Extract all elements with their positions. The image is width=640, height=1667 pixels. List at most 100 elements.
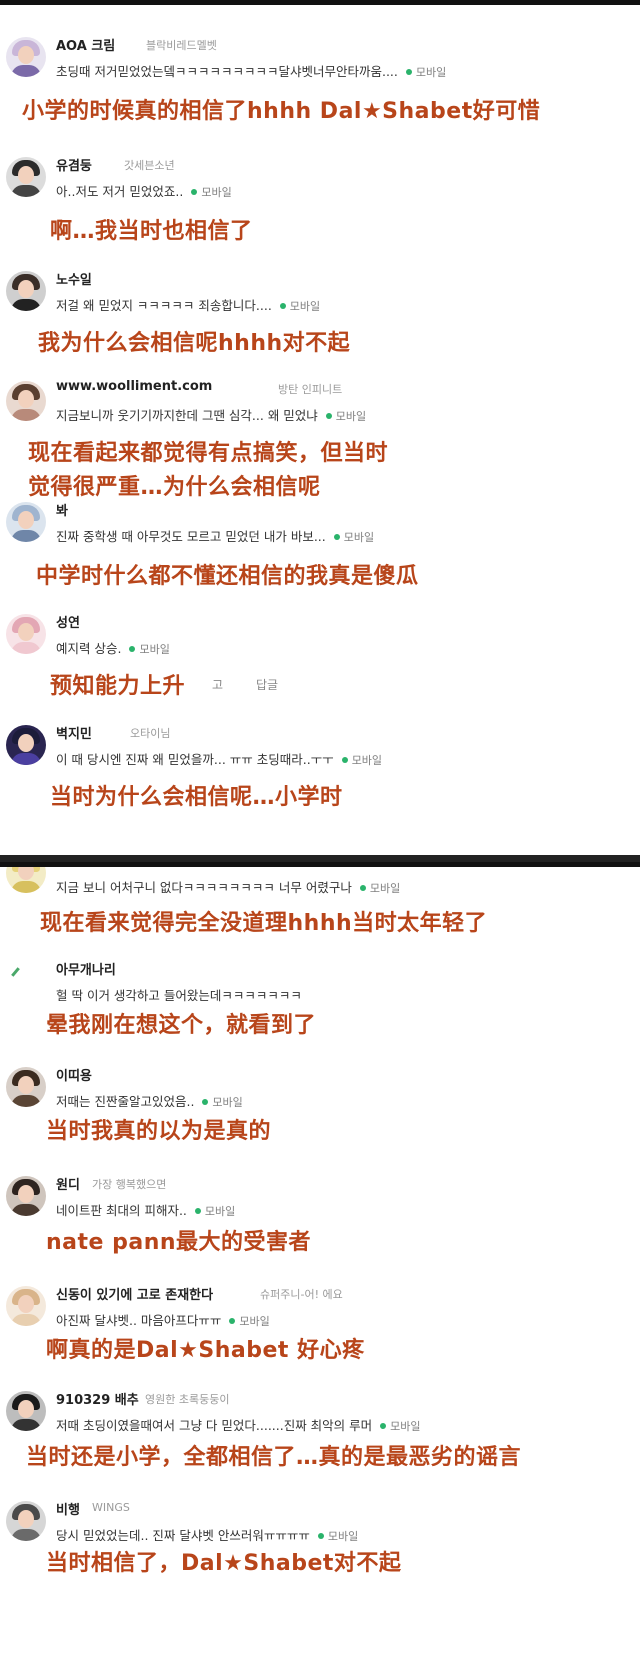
avatar-body: [11, 65, 41, 77]
comment-text: 초딩때 저거믿었었는뎈ㅋㅋㅋㅋㅋㅋㅋㅋㅋ달샤벳너무안타까움.... 모바일: [56, 61, 446, 80]
mobile-dot-icon: [279, 303, 286, 309]
comment-item: 신동이 있기에 고로 존재한다 슈퍼주니-어! 에요 아진짜 달샤벳.. 마음아프다…: [0, 1282, 640, 1402]
mobile-label: 모바일: [335, 410, 367, 423]
avatar[interactable]: [6, 502, 46, 542]
avatar[interactable]: [6, 37, 46, 77]
avatar-body: [11, 299, 41, 311]
comment-text: 아..저도 저거 믿었었죠.. 모바일: [56, 181, 232, 200]
comment-body: 저때는 진짠줄알고있었음..: [56, 1094, 195, 1109]
mobile-dot-icon: [325, 413, 332, 419]
mobile-badge: 모바일: [191, 186, 232, 199]
comment-item: 이띠용 저때는 진짠줄알고있었음.. 모바일 当时我真的以为是真的: [0, 1063, 640, 1183]
avatar[interactable]: [6, 271, 46, 311]
mobile-dot-icon: [194, 1208, 201, 1214]
comment-nickname[interactable]: 이띠용: [56, 1065, 92, 1084]
comment-nickname[interactable]: 봐: [56, 500, 68, 519]
avatar-body: [11, 753, 41, 765]
comment-item: 벽지민 오타이님이 때 당시엔 진짜 왜 믿었을까... ㅠㅠ 초딩때라..ㅜㅜ 모…: [0, 721, 640, 841]
mobile-dot-icon: [380, 1423, 387, 1429]
comment-nickname[interactable]: 유겸둥: [56, 155, 92, 174]
comment-nickname[interactable]: 성연: [56, 612, 80, 631]
comment-nickname[interactable]: 벽지민: [56, 723, 92, 742]
mobile-dot-icon: [317, 1533, 324, 1539]
avatar-body: [11, 1095, 41, 1107]
translation-caption: 预知能力上升: [50, 674, 186, 699]
avatar[interactable]: [6, 1176, 46, 1216]
comment-item: 성연 예지력 상승. 모바일 预知能力上升 고 답글: [0, 610, 640, 730]
mobile-badge: 모바일: [333, 531, 374, 544]
comment-text: 진짜 중학생 때 아무것도 모르고 믿었던 내가 바보... 모바일: [56, 526, 374, 545]
comment-item: 봐진짜 중학생 때 아무것도 모르고 믿었던 내가 바보... 모바일 中学时什么都…: [0, 498, 640, 618]
translation-caption: 我为什么会相信呢hhhh对不起: [38, 331, 351, 356]
mobile-badge: 모바일: [359, 882, 400, 895]
comment-item: AOA 크림 블락비레드멜벳초딩때 저거믿었었는뎈ㅋㅋㅋㅋㅋㅋㅋㅋㅋ달샤벳너무안타…: [0, 33, 640, 153]
mobile-label: 모바일: [212, 1096, 243, 1109]
comment-nickname[interactable]: 비행: [56, 1499, 80, 1518]
comment-body: 저때 초딩이였을때여서 그냥 다 믿었다.......진짜 최악의 루머: [56, 1418, 373, 1433]
comment-user-tag: WINGS: [92, 1501, 130, 1514]
translation-caption: 觉得很严重…为什么会相信呢: [28, 475, 321, 500]
comment-user-tag: 방탄 인피니트: [278, 383, 343, 396]
comment-text: 아진짜 달샤벳.. 마음아프다ㅠㅠ 모바일: [56, 1310, 270, 1329]
comment-text: 네이트판 최대의 피해자.. 모바일: [56, 1200, 235, 1219]
translation-caption: 当时为什么会相信呢…小学时: [50, 785, 343, 810]
avatar[interactable]: [6, 1391, 46, 1431]
avatar-body: [11, 1314, 41, 1326]
mobile-label: 모바일: [204, 1205, 236, 1218]
avatar[interactable]: [6, 1501, 46, 1541]
comment-body: 진짜 중학생 때 아무것도 모르고 믿었던 내가 바보...: [56, 529, 326, 544]
comment-nickname[interactable]: 910329 배추: [56, 1389, 139, 1408]
avatar-body: [11, 642, 41, 654]
comment-user-tag: 갓세븐소년: [124, 159, 175, 172]
comment-user-tag: 오타이님: [130, 727, 171, 740]
comment-item: 910329 배추 영원한 초록둥둥이 저때 초딩이였을때여서 그냥 다 믿었다..…: [0, 1387, 640, 1507]
mobile-badge: 모바일: [202, 1096, 243, 1109]
reply-link[interactable]: 답글: [256, 676, 278, 693]
mobile-dot-icon: [359, 885, 366, 891]
translation-caption: 小学的时候真的相信了hhhh Dal★Shabet好可惜: [22, 99, 541, 124]
reply-count: 고: [212, 678, 224, 692]
comment-body: 지금 보니 어처구니 없다ㅋㅋㅋㅋㅋㅋㅋㅋ 너무 어렸구나: [56, 880, 352, 895]
mobile-dot-icon: [229, 1318, 236, 1324]
avatar[interactable]: [6, 1286, 46, 1326]
comment-item: ACE MAX-BLACK 윤정한생일인상적이네지금 보니 어처구니 없다ㅋㅋㅋㅋ…: [0, 862, 640, 969]
avatar-body: [11, 409, 41, 421]
comment-nickname[interactable]: ACE MAX-BLACK: [56, 862, 174, 866]
mobile-label: 모바일: [239, 1315, 270, 1328]
comment-nickname[interactable]: AOA 크림: [56, 35, 115, 54]
translation-caption: 当时相信了，Dal★Shabet对不起: [46, 1551, 402, 1576]
avatar[interactable]: [6, 725, 46, 765]
avatar-face: [18, 511, 34, 529]
comment-body: 아..저도 저거 믿었었죠..: [56, 184, 184, 199]
comment-nickname[interactable]: 신동이 있기에 고로 존재한다: [56, 1284, 213, 1303]
mobile-badge: 모바일: [380, 1420, 421, 1433]
comment-nickname[interactable]: 원디: [56, 1174, 80, 1193]
avatar-body: [11, 1529, 41, 1541]
avatar[interactable]: [6, 381, 46, 421]
avatar-body: [11, 1419, 41, 1431]
mobile-label: 모바일: [327, 1530, 359, 1543]
avatar-body: [11, 881, 41, 893]
comment-nickname[interactable]: 아무개나리: [56, 959, 116, 978]
comment-text: 지금 보니 어처구니 없다ㅋㅋㅋㅋㅋㅋㅋㅋ 너무 어렸구나 모바일: [56, 877, 400, 896]
comment-user-tag: 블락비레드멜벳: [146, 39, 217, 52]
mobile-label: 모바일: [201, 186, 232, 199]
avatar-face: [18, 390, 34, 408]
translation-caption: 现在看起来都觉得有点搞笑，但当时: [28, 441, 389, 466]
comment-item: 유겸둥 갓세븐소년 아..저도 저거 믿었었죠.. 모바일 啊…我当时也相信了: [0, 153, 640, 273]
mobile-dot-icon: [341, 757, 348, 763]
avatar-face: [18, 1510, 34, 1528]
mobile-dot-icon: [405, 69, 412, 75]
comment-nickname[interactable]: www.woolliment.com: [56, 379, 212, 394]
translation-caption: 现在看来觉得完全没道理hhhh当时太年轻了: [40, 911, 488, 936]
avatar[interactable]: [6, 614, 46, 654]
avatar[interactable]: [6, 157, 46, 197]
comment-body: 아진짜 달샤벳.. 마음아프다ㅠㅠ: [56, 1313, 222, 1328]
avatar[interactable]: [6, 1067, 46, 1107]
mobile-label: 모바일: [289, 300, 321, 313]
avatar[interactable]: [6, 961, 46, 1001]
comment-nickname[interactable]: 노수일: [56, 269, 92, 288]
comment-text: 이 때 당시엔 진짜 왜 믿었을까... ㅠㅠ 초딩때라..ㅜㅜ 모바일: [56, 749, 382, 768]
translation-caption: 中学时什么都不懂还相信的我真是傻瓜: [36, 564, 419, 589]
avatar[interactable]: [6, 867, 46, 893]
